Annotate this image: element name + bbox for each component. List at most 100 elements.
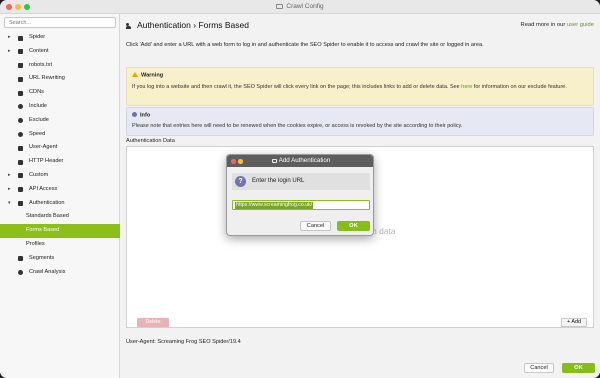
sidebar-item-label: API Access	[29, 185, 58, 192]
warning-panel: Warning If you log into a website and th…	[126, 67, 594, 106]
heading-page: Forms Based	[198, 20, 249, 30]
info-title: Info	[132, 112, 150, 119]
warning-title-text: Warning	[141, 72, 164, 79]
sidebar-item-label: Authentication	[29, 199, 65, 206]
document-icon	[18, 49, 23, 55]
sidebar-item-speed[interactable]: Speed	[0, 128, 120, 142]
user-agent-text: User-Agent: Screaming Frog SEO Spider/19…	[126, 339, 241, 345]
ok-button[interactable]: OK	[562, 363, 595, 373]
window-title-text: Crawl Config	[286, 3, 324, 10]
warning-body-text: If you log into a website and then crawl…	[132, 84, 462, 90]
sidebar-item-label: HTTP Header	[29, 158, 64, 165]
title-bar: Crawl Config	[0, 0, 600, 14]
magnifier-icon	[18, 270, 23, 276]
warning-icon	[132, 72, 138, 77]
sidebar-item-standards-based[interactable]: Standards Based	[0, 210, 120, 224]
chevron-right-icon[interactable]: ▸	[8, 183, 11, 197]
sidebar-item-label: User-Agent	[29, 144, 58, 151]
sidebar-item-label: Exclude	[29, 116, 49, 123]
sidebar-item-exclude[interactable]: Exclude	[0, 114, 120, 128]
crawl-config-window: Crawl Config ▸ Spider ▸ Content robots.txt UR…	[0, 0, 600, 378]
sidebar-item-profiles[interactable]: Profiles	[0, 238, 120, 252]
sidebar-item-label: Custom	[29, 171, 49, 178]
page-title: Authentication › Forms Based	[126, 20, 249, 30]
cancel-button[interactable]: Cancel	[524, 363, 554, 373]
sidebar-item-url-rewriting[interactable]: URL Rewriting	[0, 72, 120, 86]
read-more-text: Read more in our	[520, 22, 567, 28]
login-url-value[interactable]: https://www.screamingfrog.co.uk/	[235, 202, 314, 209]
dialog-ok-button[interactable]: OK	[337, 221, 370, 231]
no-data-text: n data	[372, 226, 396, 236]
sidebar-item-segments[interactable]: Segments	[0, 252, 120, 266]
window-icon	[276, 4, 284, 9]
window-title: Crawl Config	[0, 3, 600, 10]
segments-icon	[18, 256, 23, 262]
sidebar-item-user-agent[interactable]: User-Agent	[0, 141, 120, 155]
chevron-right-icon[interactable]: ▸	[8, 45, 11, 59]
sidebar-item-label: Spider	[29, 34, 46, 40]
warning-body-text-end: for information on our exclude feature.	[472, 84, 567, 90]
authentication-data-label: Authentication Data	[126, 138, 175, 144]
dialog-minimize-button[interactable]	[238, 159, 243, 164]
sidebar-item-authentication[interactable]: ▾ Authentication	[0, 197, 120, 211]
sidebar-item-label: Include	[29, 102, 48, 109]
sidebar-item-label: Segments	[29, 254, 55, 261]
sidebar-item-cdns[interactable]: CDNs	[0, 86, 120, 100]
info-icon	[132, 112, 137, 117]
sidebar-item-label: Profiles	[26, 240, 45, 247]
network-icon	[18, 90, 23, 96]
info-panel: Info Please note that entries here will …	[126, 107, 594, 136]
delete-button[interactable]: Delete	[137, 318, 169, 327]
read-more: Read more in our user guide	[521, 22, 594, 28]
search-box[interactable]	[4, 17, 116, 28]
sidebar-item-content[interactable]: ▸ Content	[0, 45, 120, 59]
intro-text: Click 'Add' and enter a URL with a web f…	[126, 42, 484, 48]
chevron-right-icon[interactable]: ▸	[8, 31, 11, 45]
sidebar-item-http-header[interactable]: HTTP Header	[0, 155, 120, 169]
dialog-close-button[interactable]	[231, 159, 236, 164]
sidebar-item-label: Forms Based	[26, 227, 60, 234]
config-tree: ▸ Spider ▸ Content robots.txt URL Rewriting CD…	[0, 31, 120, 279]
question-icon: ?	[235, 176, 246, 187]
dialog-prompt: ? Enter the login URL	[232, 173, 370, 190]
heading-section: Authentication	[137, 20, 191, 30]
header-icon	[18, 159, 23, 165]
wrench-icon	[18, 173, 23, 179]
speedometer-icon	[18, 132, 23, 138]
sidebar-item-label: CDNs	[29, 89, 44, 96]
warning-title: Warning	[132, 72, 163, 79]
search-input[interactable]	[5, 18, 115, 27]
sidebar-item-label: URL Rewriting	[29, 75, 65, 82]
sidebar-item-spider[interactable]: ▸ Spider	[0, 31, 120, 45]
sidebar-item-label: Standards Based	[26, 213, 69, 220]
user-guide-link[interactable]: user guide	[567, 22, 594, 28]
dialog-window-icon	[271, 158, 277, 163]
api-icon	[18, 187, 23, 193]
dialog-title-bar: Add Authentication	[227, 155, 373, 167]
sidebar: ▸ Spider ▸ Content robots.txt URL Rewriting CD…	[0, 14, 120, 378]
warning-here-link[interactable]: here	[461, 84, 472, 90]
login-url-input[interactable]: https://www.screamingfrog.co.uk/	[232, 200, 370, 210]
dialog-cancel-button[interactable]: Cancel	[300, 221, 331, 231]
sidebar-item-crawl-analysis[interactable]: Crawl Analysis	[0, 266, 120, 280]
sidebar-item-custom[interactable]: ▸ Custom	[0, 169, 120, 183]
sidebar-item-label: Content	[29, 47, 49, 54]
warning-body: If you log into a website and then crawl…	[132, 83, 581, 91]
sidebar-item-forms-based[interactable]: Forms Based	[0, 224, 120, 238]
chevron-right-icon[interactable]: ▸	[8, 169, 11, 183]
sidebar-item-robots-txt[interactable]: robots.txt	[0, 59, 120, 73]
sidebar-item-label: Crawl Analysis	[29, 268, 66, 275]
edit-icon	[18, 76, 23, 82]
sidebar-item-label: robots.txt	[29, 61, 53, 68]
users-icon	[126, 22, 134, 29]
dialog-prompt-text: Enter the login URL	[252, 178, 305, 184]
minus-circle-icon	[18, 118, 23, 124]
gear-icon	[18, 35, 23, 41]
sidebar-item-label: Speed	[29, 130, 46, 137]
add-button[interactable]: + Add	[561, 318, 587, 327]
plus-circle-icon	[18, 104, 23, 110]
chevron-down-icon[interactable]: ▾	[8, 197, 11, 211]
sidebar-item-api-access[interactable]: ▸ API Access	[0, 183, 120, 197]
sidebar-item-include[interactable]: Include	[0, 100, 120, 114]
info-title-text: Info	[140, 112, 151, 119]
